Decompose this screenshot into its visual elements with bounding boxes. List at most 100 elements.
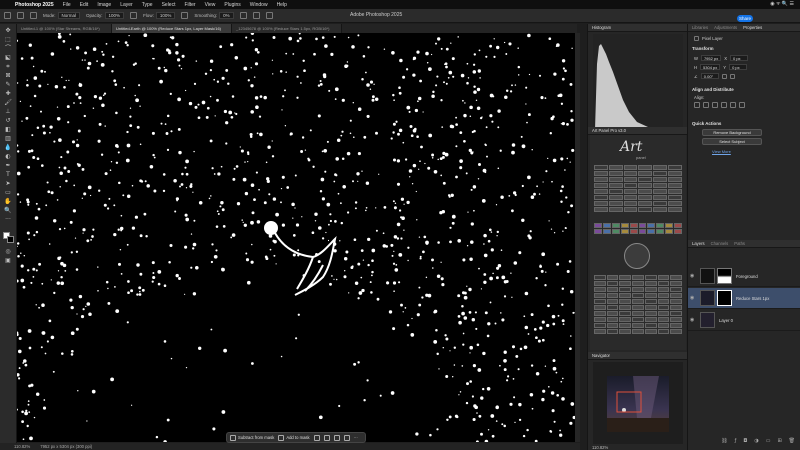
layer-mask-thumbnail[interactable] xyxy=(717,290,732,306)
art-panel-button[interactable] xyxy=(594,287,606,292)
layer-row-foreground[interactable]: ◉ Foreground xyxy=(688,266,800,287)
art-panel-button[interactable] xyxy=(602,229,611,234)
canvas-vertical-scrollbar[interactable] xyxy=(575,33,580,442)
art-panel-button[interactable] xyxy=(638,201,653,206)
brush-preset-icon[interactable] xyxy=(17,12,24,19)
navigator-thumbnail[interactable] xyxy=(593,362,683,444)
quick-mask-icon[interactable]: ◎ xyxy=(4,248,12,255)
frame-tool-icon[interactable]: ⊠ xyxy=(4,72,12,79)
object-select-tool-icon[interactable]: ⬕ xyxy=(4,54,12,61)
art-panel-button[interactable] xyxy=(619,281,632,286)
art-panel-button[interactable] xyxy=(608,165,623,170)
eraser-tool-icon[interactable]: ◧ xyxy=(4,126,12,133)
art-panel-button[interactable] xyxy=(619,287,632,292)
art-panel-button[interactable] xyxy=(620,223,629,228)
align-top-icon[interactable] xyxy=(721,102,727,108)
art-panel-button[interactable] xyxy=(623,183,638,188)
app-menu[interactable]: Photoshop 2025 xyxy=(15,2,54,8)
art-panel-button[interactable] xyxy=(670,305,682,310)
art-panel-button[interactable] xyxy=(638,223,647,228)
document-info[interactable]: 7952 px x 5304 px (300 ppi) xyxy=(40,444,92,449)
art-panel-button[interactable] xyxy=(608,171,623,176)
art-panel-button[interactable] xyxy=(657,329,670,334)
art-panel-button[interactable] xyxy=(647,223,656,228)
art-panel-button[interactable] xyxy=(670,275,682,280)
tab-layers[interactable]: Layers xyxy=(692,241,705,246)
art-panel-button[interactable] xyxy=(623,201,638,206)
brush-tool-icon[interactable]: 🖌 xyxy=(4,99,12,106)
more-tools-icon[interactable]: ··· xyxy=(4,216,12,223)
art-panel-button[interactable] xyxy=(644,305,657,310)
art-panel-button[interactable] xyxy=(644,311,657,316)
invert-mask-icon[interactable] xyxy=(313,434,320,441)
art-panel-button[interactable] xyxy=(619,299,632,304)
layer-name[interactable]: Foreground xyxy=(736,274,758,279)
art-panel-button[interactable] xyxy=(619,317,632,322)
art-panel-button[interactable] xyxy=(653,195,668,200)
art-panel-button[interactable] xyxy=(608,189,623,194)
art-panel-button[interactable] xyxy=(619,305,632,310)
share-button[interactable]: Share xyxy=(737,15,753,22)
art-panel-button[interactable] xyxy=(632,293,644,298)
art-panel-button[interactable] xyxy=(594,229,602,234)
visibility-eye-icon[interactable]: ◉ xyxy=(690,317,696,323)
art-panel-button[interactable] xyxy=(657,287,670,292)
art-panel-button[interactable] xyxy=(647,229,656,234)
menu-type[interactable]: Type xyxy=(142,2,153,8)
align-right-icon[interactable] xyxy=(712,102,718,108)
art-panel-button[interactable] xyxy=(632,323,644,328)
art-panel-button[interactable] xyxy=(602,223,611,228)
flip-horizontal-icon[interactable] xyxy=(721,73,727,79)
add-to-mask-button[interactable]: Add to mask xyxy=(278,434,310,441)
hand-tool-icon[interactable]: ✋ xyxy=(4,198,12,205)
type-tool-icon[interactable]: T xyxy=(4,171,12,178)
art-panel-button[interactable] xyxy=(594,299,606,304)
more-options-button[interactable]: ··· xyxy=(354,435,358,440)
pressure-opacity-icon[interactable] xyxy=(130,12,138,19)
art-panel-button[interactable] xyxy=(594,323,606,328)
art-panel-button[interactable] xyxy=(657,293,670,298)
select-subject-button[interactable]: Select Subject xyxy=(702,138,762,145)
art-panel-button[interactable] xyxy=(606,299,619,304)
angle-icon[interactable] xyxy=(252,12,260,19)
art-panel-button[interactable] xyxy=(619,329,632,334)
art-panel-button[interactable] xyxy=(594,165,608,170)
menu-help[interactable]: Help xyxy=(277,2,287,8)
art-panel-button[interactable] xyxy=(594,177,608,182)
x-field[interactable]: 0 px xyxy=(729,55,748,61)
subtract-from-mask-button[interactable]: Subtract from mask xyxy=(230,434,274,441)
art-panel-button[interactable] xyxy=(668,165,682,170)
tab-libraries[interactable]: Libraries xyxy=(692,25,708,30)
art-panel-button[interactable] xyxy=(623,177,638,182)
art-panel-button[interactable] xyxy=(606,311,619,316)
align-left-icon[interactable] xyxy=(694,102,700,108)
home-icon[interactable] xyxy=(4,12,11,19)
visibility-eye-icon[interactable]: ◉ xyxy=(690,295,696,301)
zoom-tool-icon[interactable]: 🔍 xyxy=(4,207,12,214)
art-panel-button[interactable] xyxy=(653,189,668,194)
art-panel-button[interactable] xyxy=(644,317,657,322)
art-panel-button[interactable] xyxy=(668,177,682,182)
angle-field[interactable]: 0.00° xyxy=(700,73,719,79)
document-canvas[interactable] xyxy=(17,33,575,442)
new-group-icon[interactable]: ▭ xyxy=(766,438,771,444)
remove-background-button[interactable]: Remove Background xyxy=(702,129,762,136)
tab-properties[interactable]: Properties xyxy=(743,25,762,30)
art-panel-dial[interactable] xyxy=(624,243,650,269)
art-panel-button[interactable] xyxy=(657,305,670,310)
art-panel-button[interactable] xyxy=(665,229,674,234)
tab-document-1[interactable]: Untitled-1 @ 100% (Star Streams, RGB/16*… xyxy=(17,24,112,33)
transform-heading[interactable]: Transform xyxy=(692,46,713,51)
art-panel-button[interactable] xyxy=(619,275,632,280)
menu-edit[interactable]: Edit xyxy=(80,2,89,8)
art-panel-button[interactable] xyxy=(653,165,668,170)
rectangle-tool-icon[interactable]: ▭ xyxy=(4,189,12,196)
marquee-tool-icon[interactable]: ⬚ xyxy=(4,36,12,43)
layer-name[interactable]: Layer 0 xyxy=(719,318,733,323)
art-panel-button[interactable] xyxy=(644,323,657,328)
art-panel-button[interactable] xyxy=(606,323,619,328)
art-panel-button[interactable] xyxy=(638,189,653,194)
art-panel-button[interactable] xyxy=(657,275,670,280)
link-layers-icon[interactable]: ⛓ xyxy=(721,438,727,444)
art-panel-button[interactable] xyxy=(653,207,668,212)
